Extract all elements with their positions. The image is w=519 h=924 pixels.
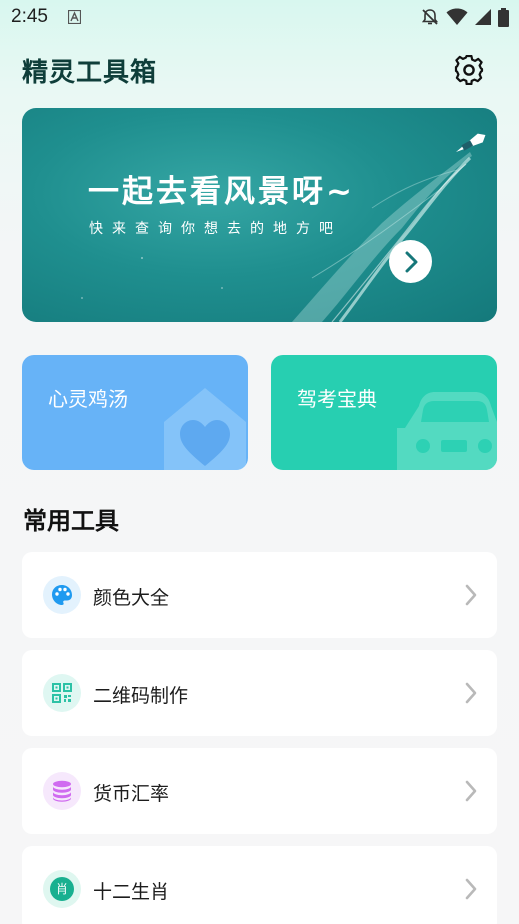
status-icons	[420, 7, 509, 27]
chevron-right-icon	[465, 878, 477, 900]
battery-icon	[498, 7, 509, 27]
coin-stack-icon-bg	[43, 772, 81, 810]
palette-icon	[52, 585, 72, 605]
chevron-right-icon	[465, 780, 477, 802]
tool-row-currency[interactable]: 货币汇率	[22, 748, 497, 834]
zodiac-icon: 肖	[50, 877, 74, 901]
page-title: 精灵工具箱	[22, 58, 158, 88]
section-title: 常用工具	[23, 507, 119, 535]
wifi-icon	[446, 8, 468, 25]
tool-label: 十二生肖	[93, 881, 170, 903]
scenery-banner[interactable]: 一起去看风景呀~ 快来查询你想去的地方吧	[22, 108, 497, 322]
tool-label: 货币汇率	[93, 783, 170, 805]
tool-row-qrcode[interactable]: 二维码制作	[22, 650, 497, 736]
chevron-right-icon	[405, 251, 417, 272]
zodiac-icon-text: 肖	[55, 882, 68, 896]
tool-label: 颜色大全	[93, 587, 170, 609]
coin-stack-icon	[53, 780, 71, 802]
chevron-right-icon	[465, 584, 477, 606]
boat-wake-image	[81, 133, 486, 322]
bell-off-icon	[421, 9, 439, 25]
gear-icon	[454, 55, 484, 85]
banner-title: 一起去看风景呀~	[88, 174, 355, 210]
card-soul-soup-label: 心灵鸡汤	[48, 387, 128, 411]
tool-row-colors[interactable]: 颜色大全	[22, 552, 497, 638]
notification-a-icon	[68, 10, 81, 24]
tool-row-zodiac[interactable]: 肖 十二生肖	[22, 846, 497, 924]
boat-icon	[456, 133, 486, 152]
home-heart-icon	[164, 388, 246, 470]
signal-icon	[475, 9, 491, 25]
card-soul-soup[interactable]: 心灵鸡汤	[22, 355, 248, 470]
card-driving-test-label: 驾考宝典	[297, 387, 377, 411]
settings-button[interactable]	[452, 53, 486, 87]
zodiac-icon-bg: 肖	[43, 870, 81, 908]
qr-code-icon	[52, 683, 72, 703]
status-time: 2:45	[11, 6, 48, 27]
chevron-right-icon	[465, 682, 477, 704]
qr-code-icon-bg	[43, 674, 81, 712]
palette-icon-bg	[43, 576, 81, 614]
status-bar: 2:45	[0, 0, 519, 34]
card-driving-test[interactable]: 驾考宝典	[271, 355, 497, 470]
banner-subtitle: 快来查询你想去的地方吧	[89, 221, 342, 237]
tool-label: 二维码制作	[93, 685, 189, 707]
banner-go-button[interactable]	[389, 240, 432, 283]
car-icon	[397, 392, 497, 470]
